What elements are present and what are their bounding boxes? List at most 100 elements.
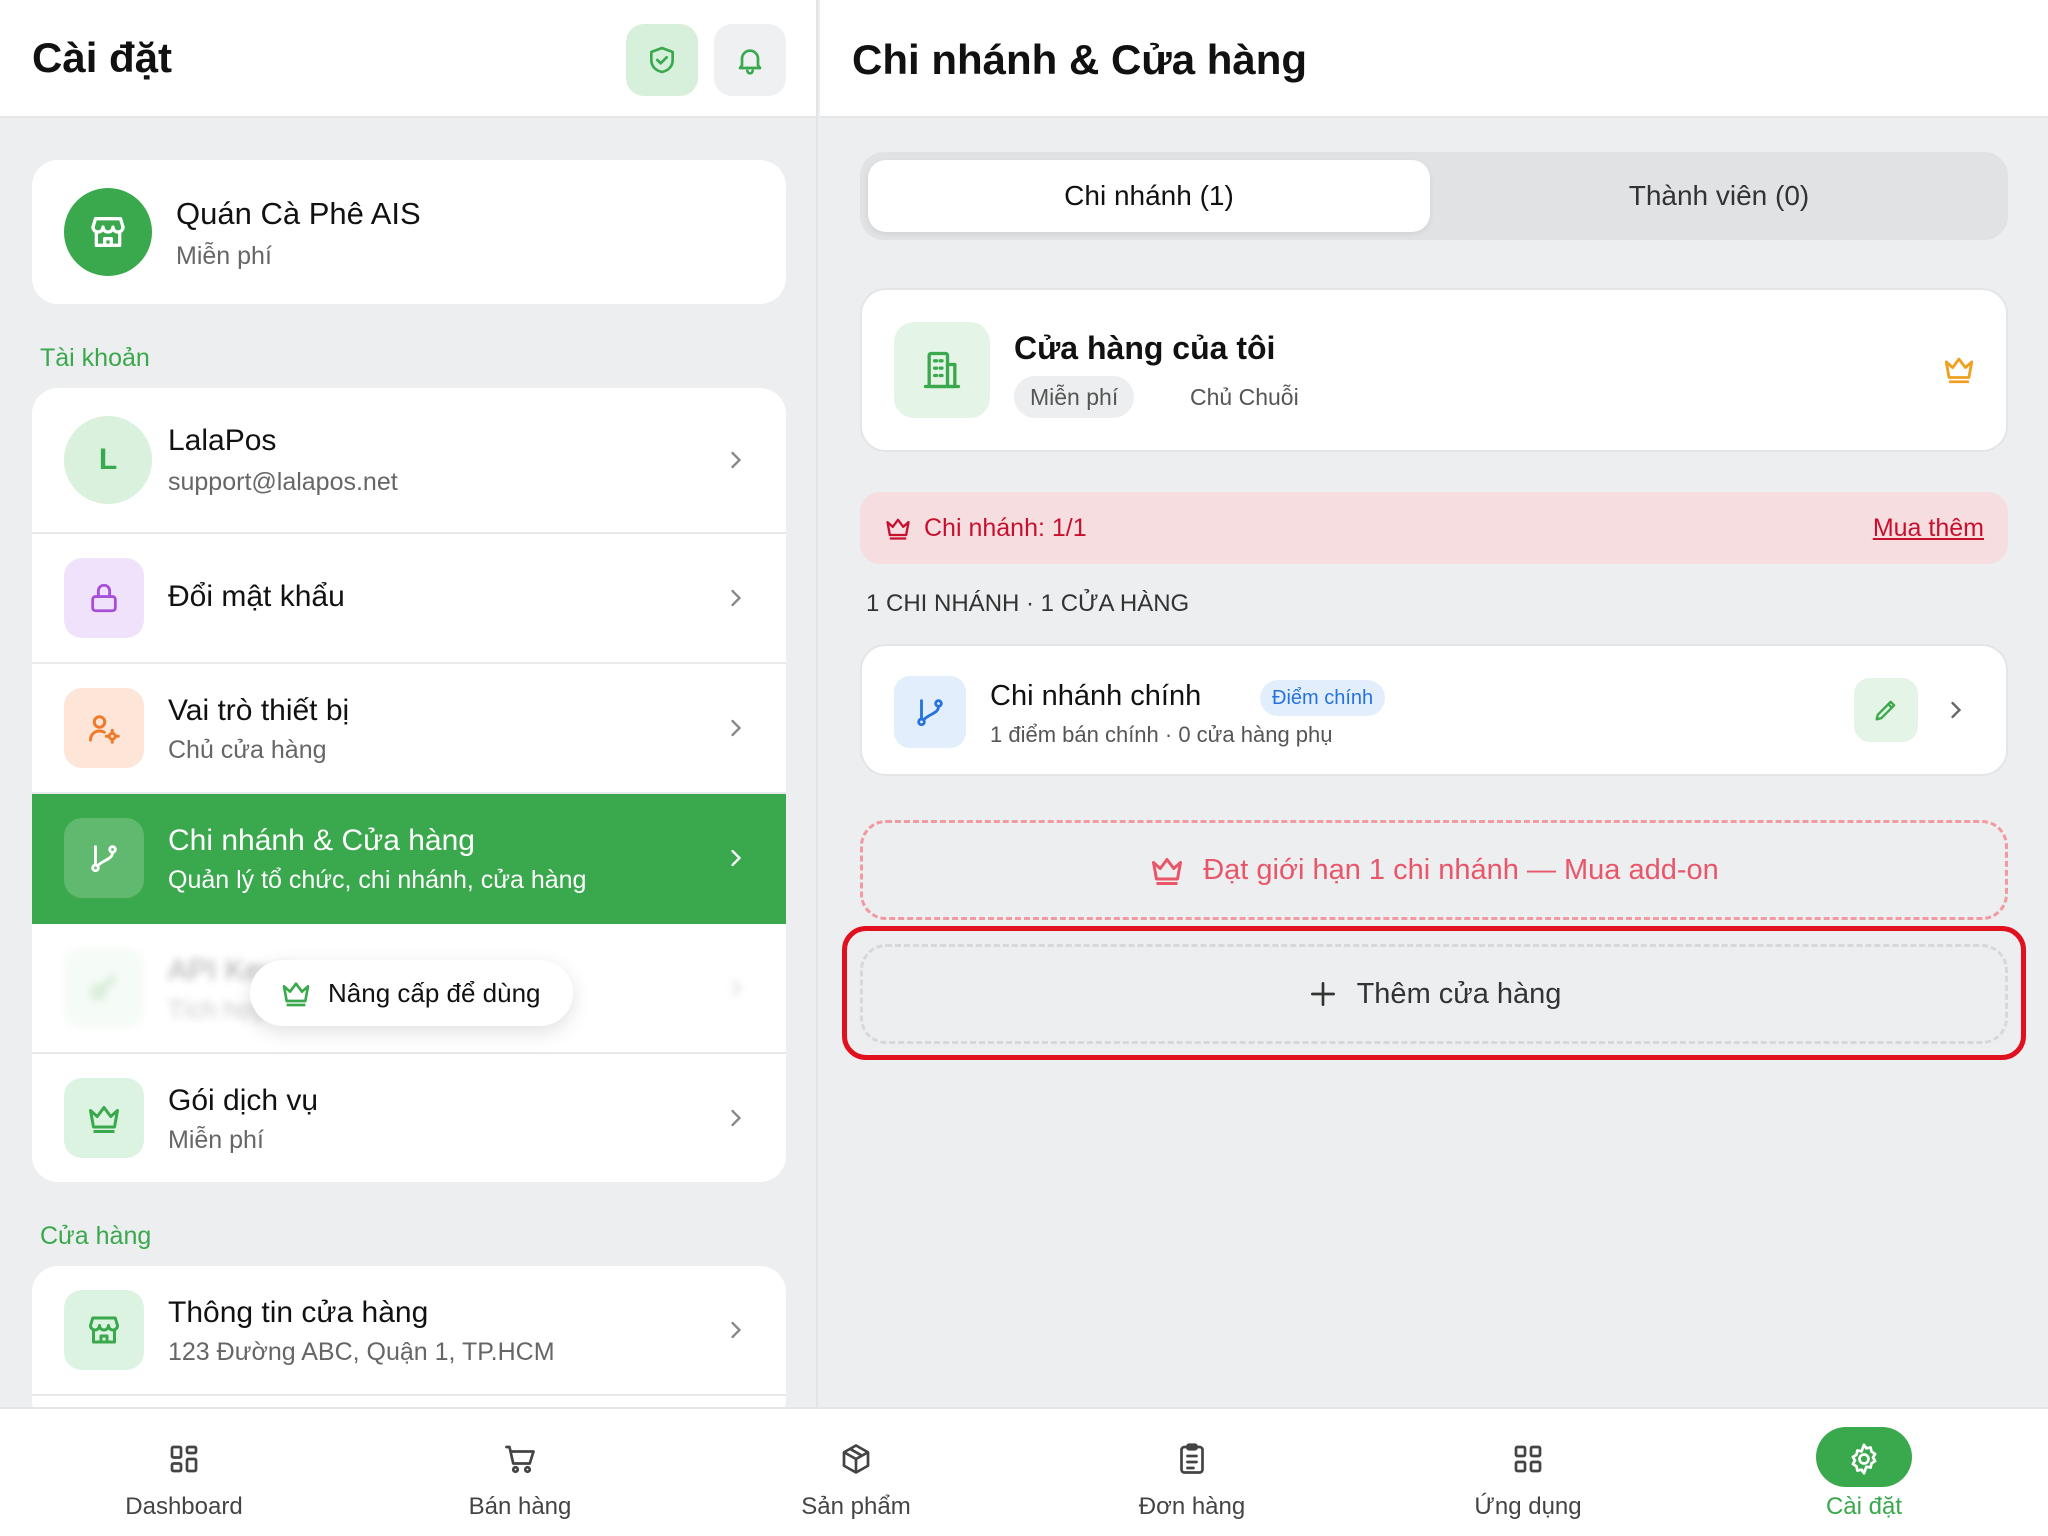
chevron-right-icon	[722, 1104, 750, 1132]
upgrade-button[interactable]: Nâng cấp để dùng	[250, 960, 573, 1026]
settings-header: Cài đặt	[0, 0, 816, 118]
sidebar-item-branches[interactable]: Chi nhánh & Cửa hàng Quản lý tổ chức, ch…	[32, 794, 786, 924]
add-store-label: Thêm cửa hàng	[1356, 977, 1562, 1010]
upgrade-label: Nâng cấp để dùng	[328, 977, 541, 1008]
storefront-icon	[64, 1290, 144, 1370]
sidebar-item-service-plan[interactable]: Gói dịch vụ Miễn phí	[32, 1054, 786, 1182]
grid-icon	[166, 1441, 202, 1477]
shop-menu: Thông tin cửa hàng 123 Đường ABC, Quận 1…	[32, 1266, 786, 1407]
buy-addon-button[interactable]: Đạt giới hạn 1 chi nhánh — Mua add-on	[860, 820, 2008, 920]
panel-header: Chi nhánh & Cửa hàng	[820, 0, 2048, 118]
sidebar-item-sub: Chủ cửa hàng	[168, 736, 327, 764]
branches-panel: Chi nhánh & Cửa hàng Chi nhánh (1) Thành…	[820, 0, 2048, 1407]
account-email: support@lalapos.net	[168, 468, 398, 496]
store-avatar	[64, 188, 152, 276]
main-branch-badge: Điểm chính	[1260, 680, 1386, 716]
sidebar-item-sub: 123 Đường ABC, Quận 1, TP.HCM	[168, 1338, 555, 1366]
nav-label: Bán hàng	[468, 1493, 572, 1520]
account-name: LalaPos	[168, 424, 277, 457]
sidebar-item-label: Gói dịch vụ	[168, 1084, 319, 1117]
user-gear-icon	[64, 688, 144, 768]
nav-label: Đơn hàng	[1138, 1493, 1246, 1520]
sidebar-item-shop-info[interactable]: Thông tin cửa hàng 123 Đường ABC, Quận 1…	[32, 1266, 786, 1396]
nav-label: Sản phẩm	[801, 1493, 911, 1520]
plan-badge: Miễn phí	[1014, 376, 1135, 418]
sidebar-item-label: Thông tin cửa hàng	[168, 1296, 429, 1329]
nav-apps[interactable]: Ứng dụng	[1360, 1409, 1696, 1536]
branch-row[interactable]: Chi nhánh chính Điểm chính 1 điểm bán ch…	[860, 644, 2008, 776]
buy-more-link[interactable]: Mua thêm	[1873, 514, 1984, 543]
tab-members[interactable]: Thành viên (0)	[1438, 160, 2000, 232]
settings-sidebar: Cài đặt Quán Cà Phê AIS Miễn phí Tài kho…	[0, 0, 818, 1407]
account-row[interactable]: L LalaPos support@lalapos.net	[32, 388, 786, 534]
nav-orders[interactable]: Đơn hàng	[1024, 1409, 1360, 1536]
my-store-name: Cửa hàng của tôi	[1014, 330, 1276, 366]
plus-icon	[1307, 978, 1339, 1010]
crown-icon	[64, 1078, 144, 1158]
apps-icon	[1510, 1441, 1546, 1477]
security-button[interactable]	[626, 24, 698, 96]
git-branch-icon	[894, 676, 966, 748]
shield-check-icon	[646, 44, 678, 76]
pencil-icon	[1872, 696, 1900, 724]
store-card[interactable]: Quán Cà Phê AIS Miễn phí	[32, 160, 786, 304]
crown-icon	[1149, 852, 1185, 888]
branch-sub: 1 điểm bán chính · 0 cửa hàng phụ	[990, 722, 1333, 747]
sidebar-item-change-password[interactable]: Đổi mật khẩu	[32, 534, 786, 664]
notifications-button[interactable]	[714, 24, 786, 96]
store-name: Quán Cà Phê AIS	[176, 196, 421, 231]
bottom-nav: Dashboard Bán hàng Sản phẩm Đơn hàng Ứng…	[0, 1407, 2048, 1536]
add-store-button[interactable]: Thêm cửa hàng	[860, 944, 2008, 1044]
sidebar-item-label: Đổi mật khẩu	[168, 580, 345, 613]
sidebar-item-sub: Quản lý tổ chức, chi nhánh, cửa hàng	[168, 866, 587, 894]
store-plan: Miễn phí	[176, 242, 272, 270]
box-icon	[838, 1441, 874, 1477]
cart-icon	[502, 1441, 538, 1477]
tab-branches[interactable]: Chi nhánh (1)	[868, 160, 1430, 232]
key-icon	[64, 948, 144, 1028]
git-branch-icon	[64, 818, 144, 898]
nav-settings[interactable]: Cài đặt	[1696, 1409, 2032, 1536]
chevron-right-icon	[722, 1316, 750, 1344]
nav-products[interactable]: Sản phẩm	[688, 1409, 1024, 1536]
bell-icon	[734, 44, 766, 76]
sidebar-item-sub: Miễn phí	[168, 1126, 264, 1154]
chevron-right-icon	[722, 446, 750, 474]
limit-reached-label: Đạt giới hạn 1 chi nhánh — Mua add-on	[1203, 853, 1719, 886]
section-label-shop: Cửa hàng	[40, 1222, 152, 1250]
branch-summary: 1 CHI NHÁNH · 1 CỬA HÀNG	[866, 590, 1190, 617]
page-title: Cài đặt	[32, 34, 173, 81]
storefront-icon	[88, 212, 128, 252]
clipboard-icon	[1174, 1441, 1210, 1477]
avatar: L	[64, 416, 152, 504]
crown-icon	[884, 514, 912, 542]
sidebar-item-device-role[interactable]: Vai trò thiết bị Chủ cửa hàng	[32, 664, 786, 794]
sidebar-item-label: Vai trò thiết bị	[168, 694, 350, 727]
sidebar-item-label: Chi nhánh & Cửa hàng	[168, 824, 475, 857]
crown-icon	[280, 977, 312, 1009]
sidebar-item-api-keys[interactable]: API Keys Tích hợp Nâng cấp để dùng	[32, 924, 786, 1054]
my-store-card[interactable]: Cửa hàng của tôi Miễn phí Chủ Chuỗi	[860, 288, 2008, 452]
gear-icon	[1846, 1441, 1882, 1477]
nav-label: Cài đặt	[1825, 1493, 1903, 1520]
nav-dashboard[interactable]: Dashboard	[16, 1409, 352, 1536]
panel-title: Chi nhánh & Cửa hàng	[852, 36, 1308, 83]
edit-branch-button[interactable]	[1854, 678, 1918, 742]
tab-bar: Chi nhánh (1) Thành viên (0)	[860, 152, 2008, 240]
crown-icon	[1942, 352, 1976, 386]
chevron-right-icon	[722, 844, 750, 872]
store-role: Chủ Chuỗi	[1190, 384, 1299, 410]
branch-limit-banner: Chi nhánh: 1/1 Mua thêm	[860, 492, 2008, 564]
branch-limit-text: Chi nhánh: 1/1	[924, 514, 1087, 542]
section-label-account: Tài khoản	[40, 344, 150, 372]
nav-sales[interactable]: Bán hàng	[352, 1409, 688, 1536]
nav-label: Ứng dụng	[1474, 1493, 1582, 1520]
chevron-right-icon	[1942, 696, 1970, 724]
account-menu: L LalaPos support@lalapos.net Đổi mật kh…	[32, 388, 786, 1182]
chevron-right-icon	[722, 584, 750, 612]
nav-label: Dashboard	[125, 1493, 243, 1520]
chevron-right-icon	[722, 974, 750, 1002]
lock-icon	[64, 558, 144, 638]
building-icon	[894, 322, 990, 418]
chevron-right-icon	[722, 714, 750, 742]
